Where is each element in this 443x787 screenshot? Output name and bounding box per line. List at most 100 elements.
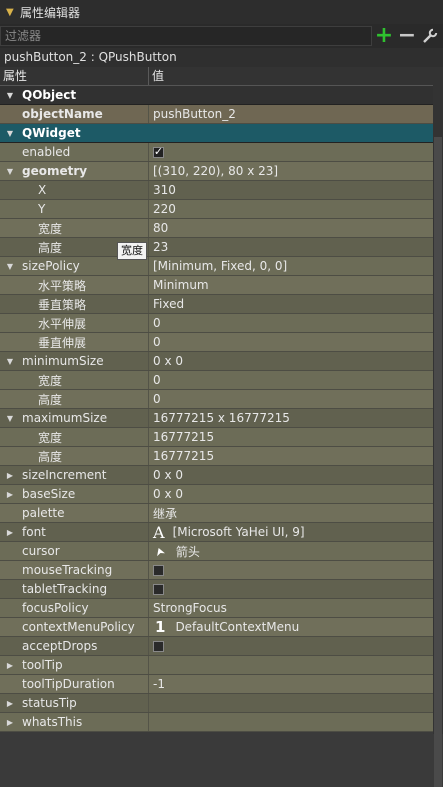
property-row[interactable]: 水平伸展 0 (0, 314, 443, 333)
property-value-cell[interactable]: ✓ (149, 143, 443, 161)
property-row[interactable]: ▼ minimumSize 0 x 0 (0, 352, 443, 371)
property-row[interactable]: ▶ sizeIncrement 0 x 0 (0, 466, 443, 485)
configure-button[interactable] (419, 25, 441, 47)
property-value-cell[interactable]: 16777215 (149, 447, 443, 465)
property-value-cell[interactable]: 16777215 x 16777215 (149, 409, 443, 427)
checkbox[interactable] (153, 583, 164, 595)
property-value-cell[interactable]: -1 (149, 675, 443, 693)
property-row[interactable]: mouseTracking (0, 561, 443, 580)
add-property-button[interactable]: + (373, 25, 395, 47)
property-row[interactable]: ▶ font A [Microsoft YaHei UI, 9] (0, 523, 443, 542)
property-label: acceptDrops (22, 639, 98, 653)
property-row[interactable]: palette 继承 (0, 504, 443, 523)
property-value: 0 x 0 (153, 354, 183, 368)
property-row[interactable]: 垂直策略 Fixed (0, 295, 443, 314)
property-value-cell[interactable]: StrongFocus (149, 599, 443, 617)
property-row[interactable]: ▶ toolTip (0, 656, 443, 675)
property-label: enabled (22, 145, 71, 159)
property-row[interactable]: tabletTracking (0, 580, 443, 599)
property-value-cell[interactable]: 310 (149, 181, 443, 199)
expand-arrow-icon[interactable]: ▼ (2, 167, 18, 176)
checkbox[interactable]: ✓ (153, 146, 164, 158)
property-value-cell[interactable] (149, 637, 443, 655)
property-value-cell[interactable] (149, 694, 443, 712)
property-row[interactable]: contextMenuPolicy 1 DefaultContextMenu (0, 618, 443, 637)
panel-titlebar[interactable]: ▼ 属性编辑器 (0, 0, 443, 24)
property-value-cell[interactable] (149, 561, 443, 579)
property-row[interactable]: ▶ whatsThis (0, 713, 443, 732)
property-value-cell[interactable]: Minimum (149, 276, 443, 294)
property-name-cell: ▶ whatsThis (0, 713, 149, 731)
property-row[interactable]: 高度 16777215 (0, 447, 443, 466)
property-value-cell[interactable]: [Minimum, Fixed, 0, 0] (149, 257, 443, 275)
vertical-scrollbar[interactable] (433, 67, 443, 787)
collapse-arrow-icon[interactable]: ▶ (2, 699, 18, 708)
property-value-cell[interactable]: 220 (149, 200, 443, 218)
property-row[interactable]: focusPolicy StrongFocus (0, 599, 443, 618)
property-row[interactable]: 宽度 0 (0, 371, 443, 390)
property-value-cell[interactable] (149, 713, 443, 731)
property-row[interactable]: X 310 (0, 181, 443, 200)
filter-input[interactable] (0, 26, 372, 46)
property-value-cell[interactable]: [(310, 220), 80 x 23] (149, 162, 443, 180)
property-value-cell[interactable]: 0 (149, 390, 443, 408)
expand-arrow-icon[interactable]: ▼ (2, 91, 18, 100)
collapse-arrow-icon[interactable]: ▶ (2, 718, 18, 727)
property-name-cell: ▼ QWidget (0, 124, 149, 142)
property-row[interactable]: 高度 0 (0, 390, 443, 409)
expand-arrow-icon[interactable]: ▼ (2, 129, 18, 138)
checkbox[interactable] (153, 640, 164, 652)
property-row[interactable]: ▼ sizePolicy [Minimum, Fixed, 0, 0] (0, 257, 443, 276)
property-row[interactable]: 宽度 80 (0, 219, 443, 238)
property-row[interactable]: acceptDrops (0, 637, 443, 656)
property-value-cell[interactable]: 0 (149, 371, 443, 389)
property-row[interactable]: 宽度 16777215 (0, 428, 443, 447)
expand-arrow-icon[interactable]: ▼ (2, 357, 18, 366)
property-value-cell[interactable]: 0 (149, 333, 443, 351)
property-value-cell[interactable]: 0 x 0 (149, 466, 443, 484)
property-value-cell[interactable]: 23 (149, 238, 443, 256)
header-value[interactable]: 值 (149, 67, 443, 85)
property-value-cell[interactable] (149, 580, 443, 598)
property-value-cell[interactable]: pushButton_2 (149, 105, 443, 123)
property-value-cell[interactable]: 80 (149, 219, 443, 237)
property-value-cell[interactable] (149, 656, 443, 674)
expand-arrow-icon[interactable]: ▼ (2, 414, 18, 423)
property-row[interactable]: 高度 23 (0, 238, 443, 257)
property-value-cell[interactable]: Fixed (149, 295, 443, 313)
property-row[interactable]: ▼ geometry [(310, 220), 80 x 23] (0, 162, 443, 181)
property-row[interactable]: ▼ QWidget (0, 124, 443, 143)
property-value-cell[interactable]: 0 (149, 314, 443, 332)
property-row[interactable]: toolTipDuration -1 (0, 675, 443, 694)
collapse-arrow-icon[interactable]: ▶ (2, 528, 18, 537)
property-row[interactable]: objectName pushButton_2 (0, 105, 443, 124)
remove-property-button[interactable]: − (396, 25, 418, 47)
property-value-cell[interactable]: 0 x 0 (149, 485, 443, 503)
checkbox[interactable] (153, 564, 164, 576)
collapse-arrow-icon[interactable]: ▶ (2, 471, 18, 480)
collapse-arrow-icon[interactable]: ▶ (2, 661, 18, 670)
property-row[interactable]: ▼ QObject (0, 86, 443, 105)
property-value-cell[interactable]: ➤ 箭头 (149, 542, 443, 560)
property-row[interactable]: cursor ➤ 箭头 (0, 542, 443, 561)
property-row[interactable]: ▶ baseSize 0 x 0 (0, 485, 443, 504)
collapse-chevron-icon[interactable]: ▼ (6, 7, 20, 18)
property-label: sizeIncrement (22, 468, 107, 482)
property-value-cell[interactable]: 1 DefaultContextMenu (149, 618, 443, 636)
scrollbar-thumb[interactable] (434, 137, 442, 787)
property-row[interactable]: ▶ statusTip (0, 694, 443, 713)
property-value-cell[interactable]: 继承 (149, 504, 443, 522)
property-row[interactable]: 水平策略 Minimum (0, 276, 443, 295)
property-value-cell[interactable]: 0 x 0 (149, 352, 443, 370)
collapse-arrow-icon[interactable]: ▶ (2, 490, 18, 499)
property-row[interactable]: 垂直伸展 0 (0, 333, 443, 352)
property-row[interactable]: enabled ✓ (0, 143, 443, 162)
header-property[interactable]: 属性 (0, 67, 149, 85)
property-label: mouseTracking (22, 563, 113, 577)
expand-arrow-icon[interactable]: ▼ (2, 262, 18, 271)
property-value-cell[interactable]: A [Microsoft YaHei UI, 9] (149, 523, 443, 541)
property-row[interactable]: Y 220 (0, 200, 443, 219)
property-row[interactable]: ▼ maximumSize 16777215 x 16777215 (0, 409, 443, 428)
property-value-cell[interactable]: 16777215 (149, 428, 443, 446)
property-label: 宽度 (38, 221, 63, 236)
